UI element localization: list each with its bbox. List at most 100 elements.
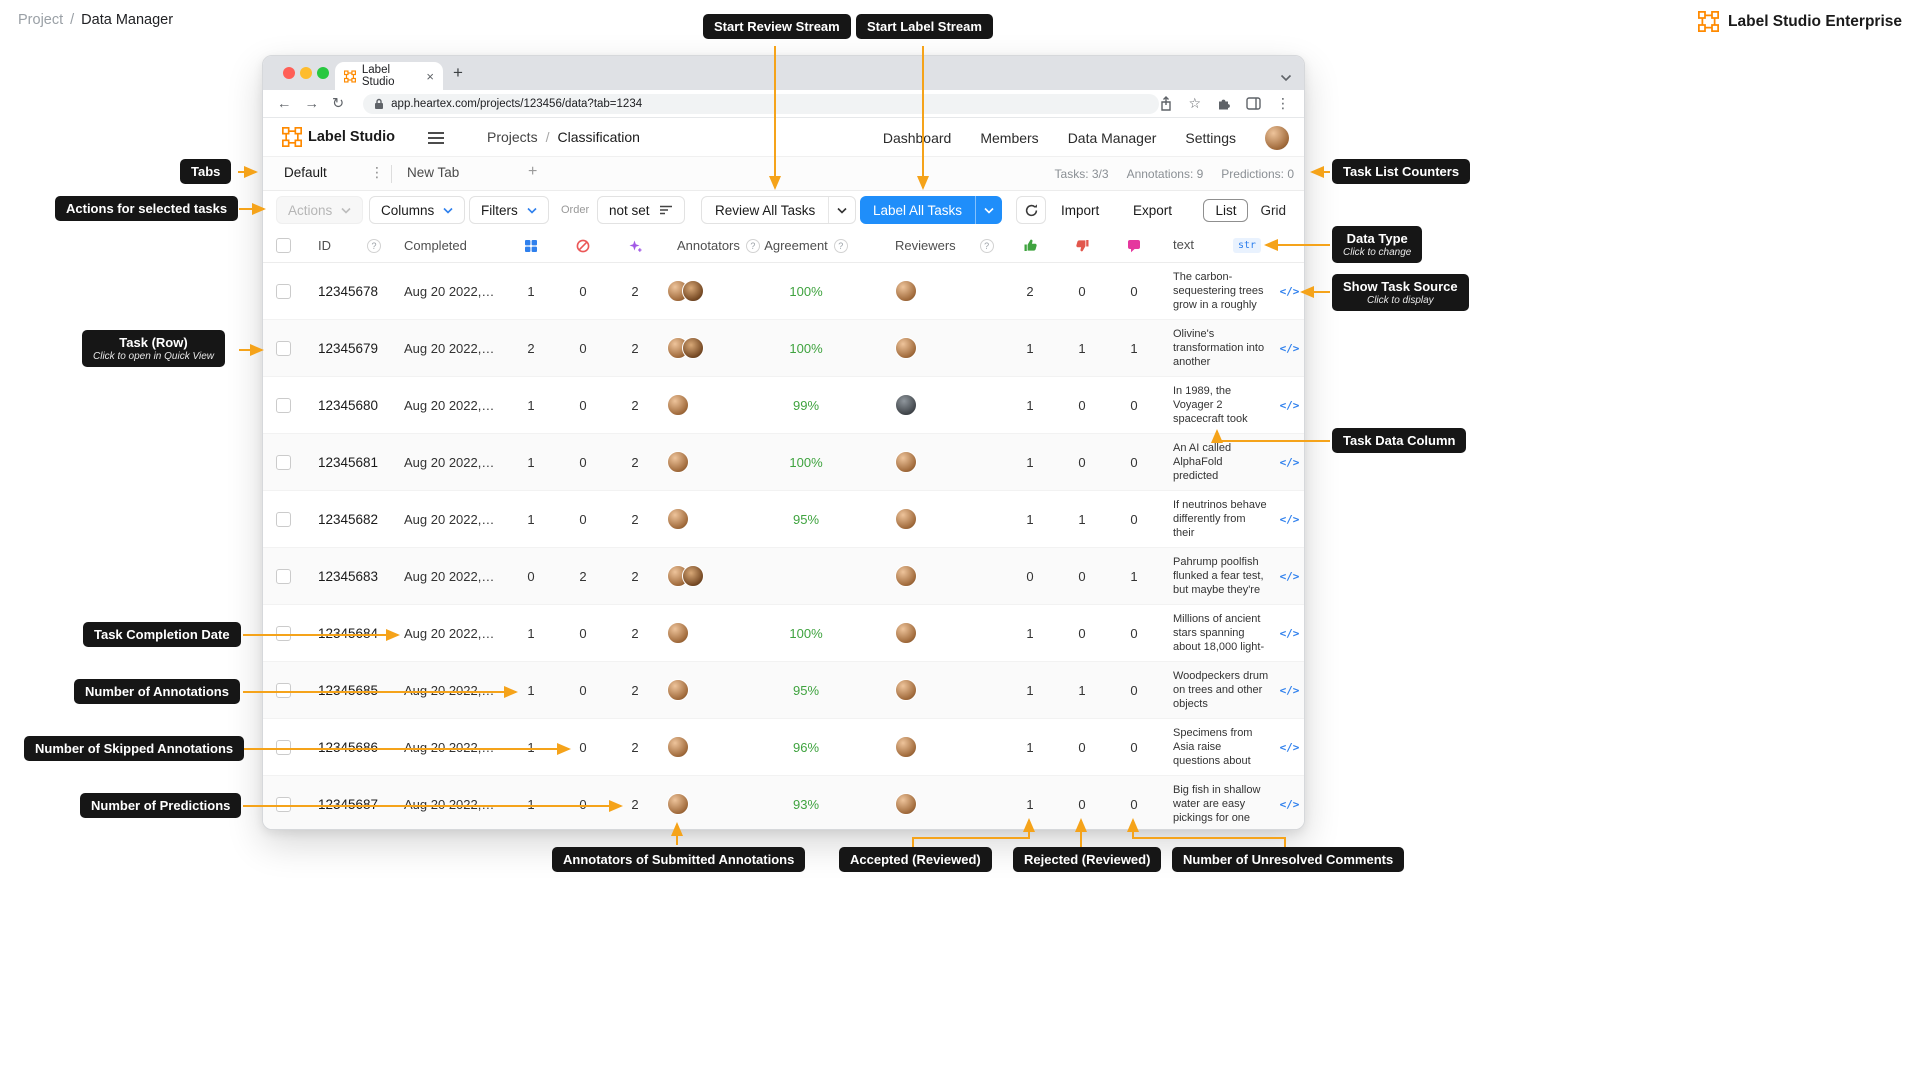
reviewer-avatar[interactable] xyxy=(895,736,917,758)
show-source-icon[interactable]: </> xyxy=(1280,342,1300,355)
app-logo-icon[interactable] xyxy=(282,127,302,152)
reviewer-avatar[interactable] xyxy=(895,337,917,359)
reviewer-avatar[interactable] xyxy=(895,793,917,815)
annotator-avatar[interactable] xyxy=(667,622,689,644)
show-source-icon[interactable]: </> xyxy=(1280,741,1300,754)
review-all-tasks-button[interactable]: Review All Tasks xyxy=(702,197,828,223)
data-type-badge[interactable]: str xyxy=(1233,238,1261,253)
annotator-avatar[interactable] xyxy=(667,736,689,758)
header-skipped-count[interactable] xyxy=(557,229,609,262)
show-source-icon[interactable]: </> xyxy=(1280,513,1300,526)
annotator-avatar[interactable] xyxy=(682,280,704,302)
row-checkbox[interactable] xyxy=(276,341,291,356)
table-row[interactable]: 12345679 Aug 20 2022,… 2 0 2 100% 1 1 1 … xyxy=(263,320,1304,377)
browser-menu-kebab-icon[interactable]: ⋮ xyxy=(1276,95,1290,112)
reviewer-avatar[interactable] xyxy=(895,394,917,416)
address-bar[interactable]: app.heartex.com/projects/123456/data?tab… xyxy=(363,94,1159,114)
tab-options-kebab-icon[interactable]: ⋮ xyxy=(370,164,384,181)
forward-icon[interactable]: → xyxy=(305,96,320,112)
add-tab-button[interactable]: + xyxy=(528,163,537,181)
app-breadcrumb-projects[interactable]: Projects xyxy=(487,129,538,145)
browser-tab[interactable]: Label Studio × xyxy=(335,62,443,90)
tab-new-tab[interactable]: New Tab xyxy=(407,165,459,180)
back-icon[interactable]: ← xyxy=(277,96,292,112)
table-row[interactable]: 12345682 Aug 20 2022,… 1 0 2 95% 1 1 0 I… xyxy=(263,491,1304,548)
header-annotators[interactable]: Annotators ? xyxy=(661,229,747,262)
show-source-icon[interactable]: </> xyxy=(1280,399,1300,412)
columns-dropdown[interactable]: Columns xyxy=(369,196,465,224)
view-grid-button[interactable]: Grid xyxy=(1254,200,1292,221)
header-annotation-count[interactable] xyxy=(505,229,557,262)
annotator-avatar[interactable] xyxy=(667,508,689,530)
nav-data-manager[interactable]: Data Manager xyxy=(1068,130,1157,146)
table-row[interactable]: 12345678 Aug 20 2022,… 1 0 2 100% 2 0 0 … xyxy=(263,263,1304,320)
show-source-icon[interactable]: </> xyxy=(1280,684,1300,697)
header-accepted[interactable] xyxy=(1004,229,1056,262)
new-tab-button[interactable]: + xyxy=(453,63,463,83)
show-source-icon[interactable]: </> xyxy=(1280,456,1300,469)
reviewers-help-icon[interactable]: ? xyxy=(980,239,994,253)
annotator-avatar[interactable] xyxy=(667,793,689,815)
annotator-avatar[interactable] xyxy=(682,565,704,587)
window-zoom-button[interactable] xyxy=(317,67,329,79)
label-all-chevron[interactable] xyxy=(975,196,1002,224)
reviewer-avatar[interactable] xyxy=(895,565,917,587)
annotator-avatar[interactable] xyxy=(667,451,689,473)
side-panel-icon[interactable] xyxy=(1246,97,1261,110)
reviewer-avatar[interactable] xyxy=(895,622,917,644)
user-avatar[interactable] xyxy=(1265,126,1289,150)
header-rejected[interactable] xyxy=(1056,229,1108,262)
show-source-icon[interactable]: </> xyxy=(1280,570,1300,583)
nav-members[interactable]: Members xyxy=(980,130,1038,146)
tab-default[interactable]: Default xyxy=(284,165,327,180)
header-text-column[interactable]: text str xyxy=(1160,229,1273,262)
tab-close-icon[interactable]: × xyxy=(426,69,434,84)
table-row[interactable]: 12345685 Aug 20 2022,… 1 0 2 95% 1 1 0 W… xyxy=(263,662,1304,719)
header-predictions-count[interactable] xyxy=(609,229,661,262)
table-row[interactable]: 12345687 Aug 20 2022,… 1 0 2 93% 1 0 0 B… xyxy=(263,776,1304,829)
table-row[interactable]: 12345683 Aug 20 2022,… 0 2 2 0 0 1 Pahru… xyxy=(263,548,1304,605)
actions-dropdown[interactable]: Actions xyxy=(276,196,363,224)
annotator-avatar[interactable] xyxy=(667,679,689,701)
row-checkbox[interactable] xyxy=(276,398,291,413)
bookmark-star-icon[interactable]: ☆ xyxy=(1188,95,1201,112)
row-checkbox[interactable] xyxy=(276,284,291,299)
table-row[interactable]: 12345684 Aug 20 2022,… 1 0 2 100% 1 0 0 … xyxy=(263,605,1304,662)
row-checkbox[interactable] xyxy=(276,683,291,698)
order-value-button[interactable]: not set xyxy=(597,196,685,224)
header-completed[interactable]: Completed xyxy=(401,229,505,262)
show-source-icon[interactable]: </> xyxy=(1280,627,1300,640)
share-icon[interactable] xyxy=(1159,96,1173,112)
row-checkbox[interactable] xyxy=(276,512,291,527)
select-all-checkbox[interactable] xyxy=(276,238,291,253)
row-checkbox[interactable] xyxy=(276,569,291,584)
row-checkbox[interactable] xyxy=(276,455,291,470)
window-minimize-button[interactable] xyxy=(300,67,312,79)
filters-dropdown[interactable]: Filters xyxy=(469,196,549,224)
header-comments[interactable] xyxy=(1108,229,1160,262)
agreement-help-icon[interactable]: ? xyxy=(834,239,848,253)
table-row[interactable]: 12345680 Aug 20 2022,… 1 0 2 99% 1 0 0 I… xyxy=(263,377,1304,434)
header-reviewers[interactable]: Reviewers ? xyxy=(865,229,1004,262)
id-help-icon[interactable]: ? xyxy=(367,239,381,253)
window-close-button[interactable] xyxy=(283,67,295,79)
breadcrumb-project[interactable]: Project xyxy=(18,12,63,28)
table-row[interactable]: 12345681 Aug 20 2022,… 1 0 2 100% 1 0 0 … xyxy=(263,434,1304,491)
view-list-button[interactable]: List xyxy=(1203,199,1248,222)
reviewer-avatar[interactable] xyxy=(895,280,917,302)
refresh-button[interactable] xyxy=(1016,196,1046,224)
row-checkbox[interactable] xyxy=(276,797,291,812)
row-checkbox[interactable] xyxy=(276,626,291,641)
annotator-avatar[interactable] xyxy=(667,394,689,416)
header-id[interactable]: ID ? xyxy=(303,229,401,262)
row-checkbox[interactable] xyxy=(276,740,291,755)
annotator-avatar[interactable] xyxy=(682,337,704,359)
reviewer-avatar[interactable] xyxy=(895,451,917,473)
show-source-icon[interactable]: </> xyxy=(1280,798,1300,811)
extensions-icon[interactable] xyxy=(1216,96,1231,111)
label-all-tasks-button[interactable]: Label All Tasks xyxy=(860,196,975,224)
hamburger-menu-icon[interactable] xyxy=(427,131,445,150)
review-all-chevron[interactable] xyxy=(828,197,855,223)
nav-settings[interactable]: Settings xyxy=(1185,130,1236,146)
show-source-icon[interactable]: </> xyxy=(1280,285,1300,298)
